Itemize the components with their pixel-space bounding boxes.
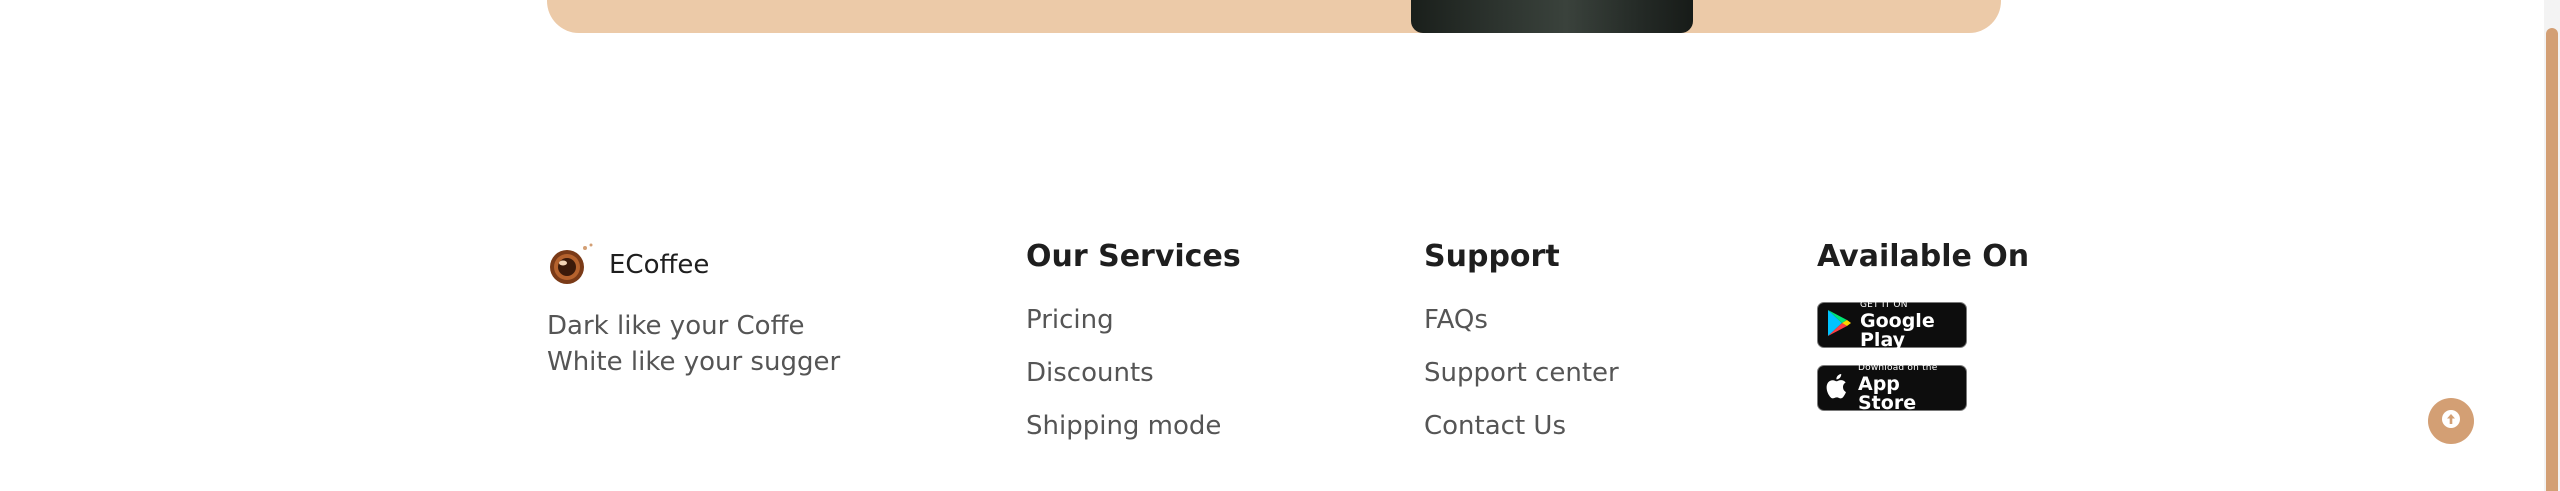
brand-name: ECoffee (609, 250, 710, 280)
tagline-line-2: White like your sugger (547, 347, 841, 377)
page: ECoffee Dark like your Coffe White like … (0, 0, 2560, 491)
footer-brand: ECoffee Dark like your Coffe White like … (547, 240, 840, 380)
services-title: Our Services (1026, 239, 1241, 274)
google-play-small-text: GET IT ON (1860, 299, 1908, 310)
brand-logo-row[interactable]: ECoffee (547, 240, 840, 290)
services-link-shipping[interactable]: Shipping mode (1026, 408, 1241, 444)
footer-services: Our Services Pricing Discounts Shipping … (1026, 240, 1241, 461)
google-play-icon (1826, 309, 1852, 341)
footer-available-on: Available On GET IT ON Google Play Downl… (1817, 240, 2029, 428)
services-link-discounts[interactable]: Discounts (1026, 355, 1241, 391)
google-play-big-text: Google Play (1860, 309, 1935, 351)
google-play-badge[interactable]: GET IT ON Google Play (1817, 299, 1967, 351)
apple-icon (1826, 372, 1850, 404)
app-store-big-text: App Store (1858, 372, 1917, 414)
app-store-badge[interactable]: Download on the App Store (1817, 362, 1967, 414)
scrollbar-thumb[interactable] (2546, 28, 2558, 491)
tagline-line-1: Dark like your Coffe (547, 311, 805, 341)
support-title: Support (1424, 239, 1560, 274)
support-link-faqs[interactable]: FAQs (1424, 302, 1619, 338)
scroll-to-top-button[interactable] (2428, 398, 2474, 444)
coffee-cup-icon (547, 240, 599, 290)
brand-tagline: Dark like your Coffe White like your sug… (547, 308, 840, 380)
hero-banner (547, 0, 2001, 33)
footer-support: Support FAQs Support center Contact Us (1424, 240, 1619, 461)
services-link-pricing[interactable]: Pricing (1026, 302, 1241, 338)
page-scrollbar[interactable] (2544, 0, 2560, 491)
arrow-up-icon (2441, 409, 2461, 433)
available-title: Available On (1817, 239, 2030, 274)
product-image (1411, 0, 1693, 33)
support-link-center[interactable]: Support center (1424, 355, 1619, 391)
app-store-small-text: Download on the (1858, 362, 1938, 373)
support-link-contact[interactable]: Contact Us (1424, 408, 1619, 444)
